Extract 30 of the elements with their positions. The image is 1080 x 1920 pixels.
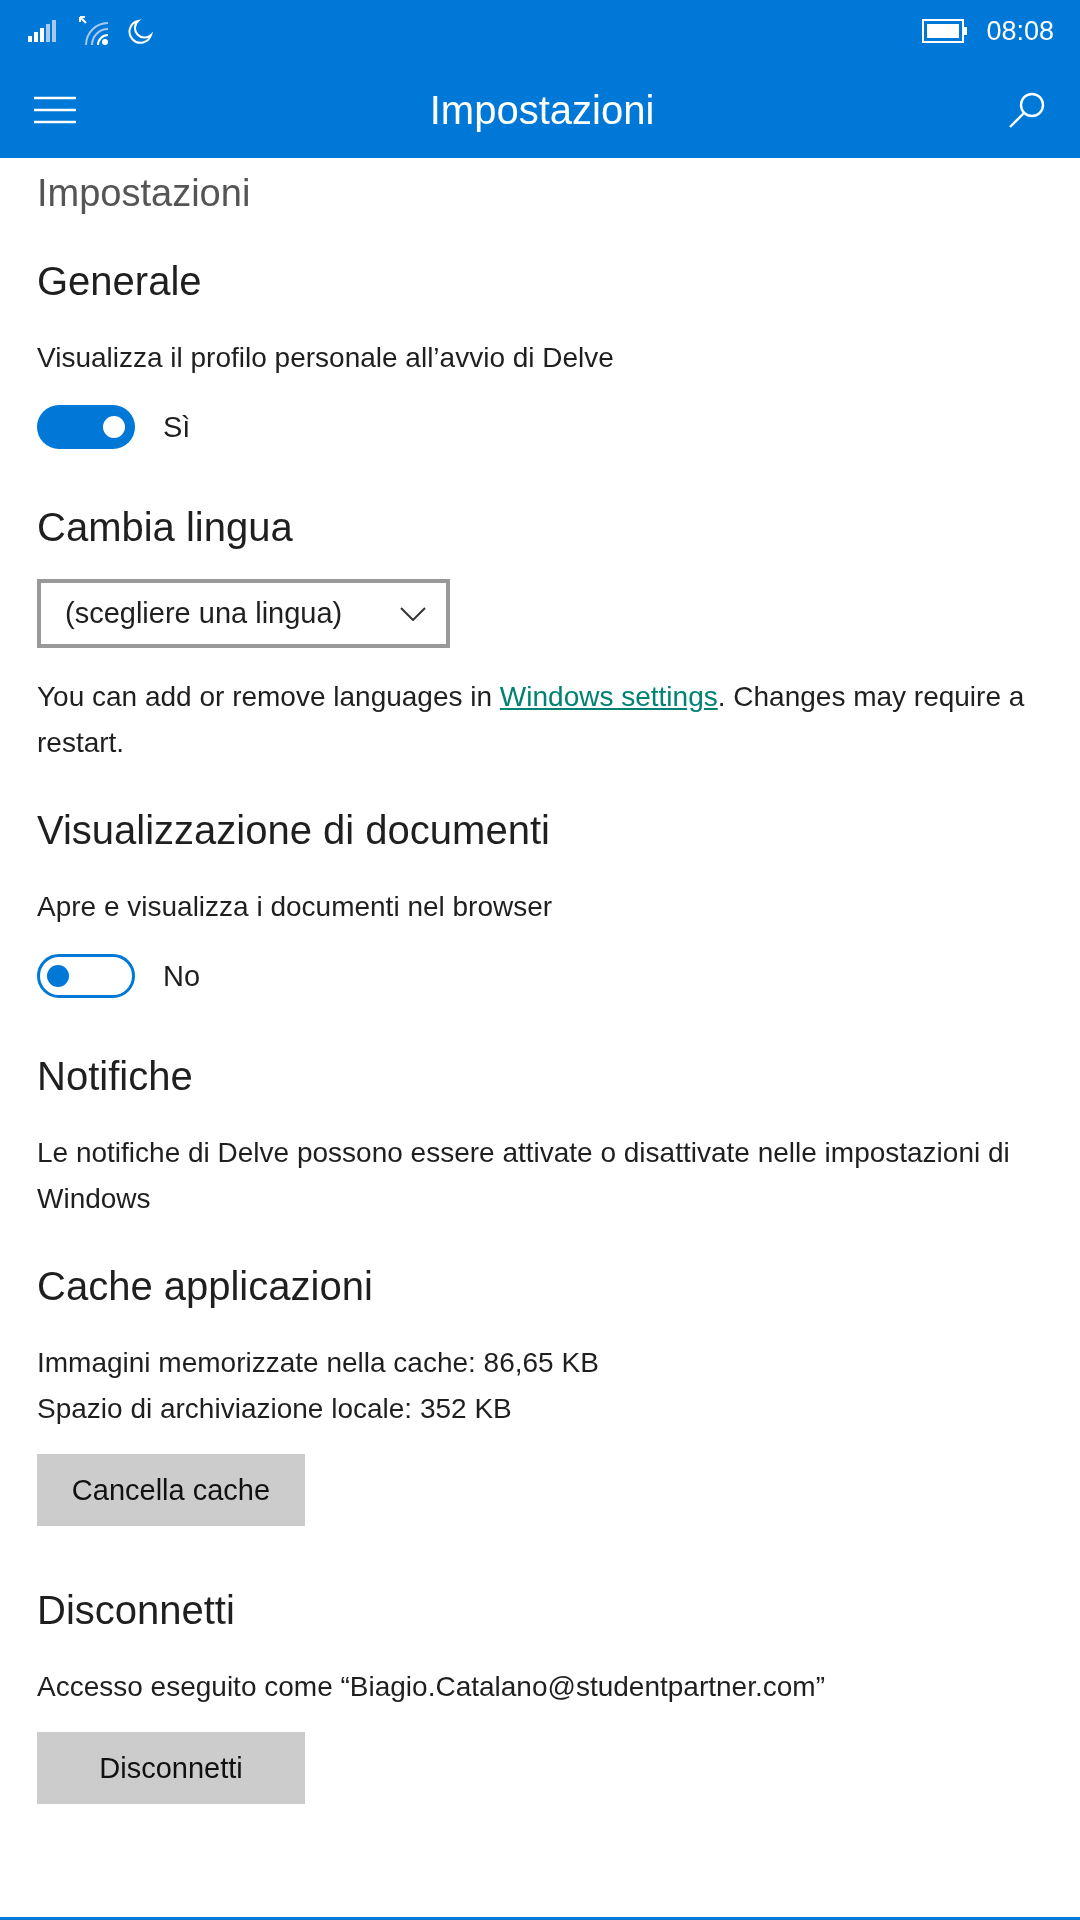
action-button[interactable]: Disconnetti [37, 1732, 305, 1804]
wifi-icon [78, 15, 110, 47]
page-title: Impostazioni [37, 171, 252, 216]
menu-icon[interactable] [34, 96, 76, 124]
language-dropdown[interactable]: (scegliere una lingua) [37, 579, 450, 648]
search-icon[interactable] [1008, 91, 1046, 129]
description-text: Apre e visualizza i documenti nel browser [37, 890, 553, 924]
battery-icon [922, 19, 969, 43]
section-heading: Visualizzazione di documenti [37, 807, 550, 854]
description-text: Accesso eseguito come “Biagio.Catalano@studentpartner.com” [37, 1670, 825, 1704]
action-button[interactable]: Cancella cache [37, 1454, 305, 1526]
section-heading: Notifiche [37, 1053, 193, 1100]
info-text: You can add or remove languages in Windows settings. Changes may require a restart. [37, 680, 1026, 760]
section-heading: Cache applicazioni [37, 1263, 373, 1310]
section-heading: Disconnetti [37, 1587, 235, 1634]
description-text: Spazio di archiviazione locale: 352 KB [37, 1392, 512, 1426]
toggle-state-label: Sì [163, 410, 191, 444]
app-title: Impostazioni [429, 87, 655, 133]
settings-link[interactable]: Windows settings [499, 681, 718, 712]
toggle-state-label: No [163, 959, 201, 993]
section-heading: Generale [37, 258, 202, 305]
section-heading: Cambia lingua [37, 504, 293, 551]
toggle-switch[interactable] [37, 405, 135, 449]
description-text: Visualizza il profilo personale all’avvio di Delve [37, 341, 614, 375]
description-text: Immagini memorizzate nella cache: 86,65 KB [37, 1346, 599, 1380]
clock-time: 08:08 [986, 15, 1054, 47]
toggle-switch[interactable] [37, 954, 135, 998]
moon-icon [128, 18, 154, 44]
description-text: Le notifiche di Delve possono essere attivate o disattivate nelle impostazioni di Windows [37, 1136, 1011, 1216]
chevron-down-icon [400, 606, 426, 621]
